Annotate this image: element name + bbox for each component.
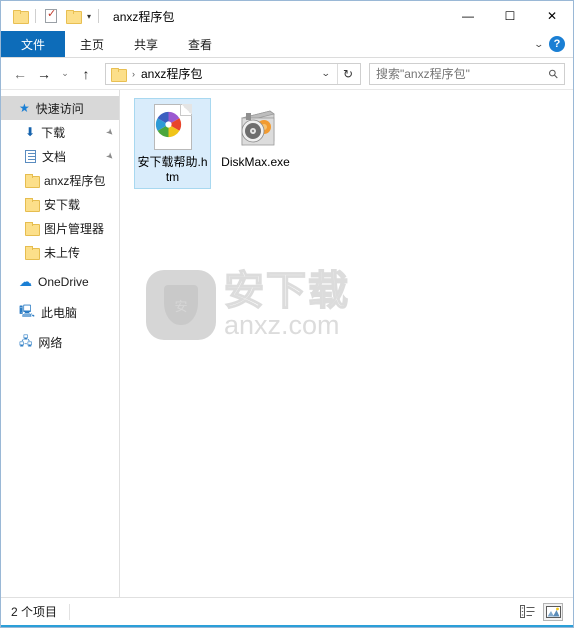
file-list-view[interactable]: 安下载帮助.htm DiskMax.exe 安 安下载 anxz.com [120, 90, 573, 597]
large-icons-view-button[interactable] [543, 602, 563, 621]
tab-share[interactable]: 共享 [119, 31, 173, 57]
file-name-label: 安下载帮助.htm [137, 155, 208, 184]
file-item-htm[interactable]: 安下载帮助.htm [134, 98, 211, 189]
folder-icon [111, 67, 127, 82]
site-watermark: 安 安下载 anxz.com [146, 270, 350, 340]
view-mode-buttons [517, 602, 563, 621]
html-document-icon [149, 103, 197, 151]
sidebar-item-label: 未上传 [44, 245, 81, 260]
folder-icon [25, 197, 40, 212]
maximize-button[interactable]: ☐ [489, 1, 531, 31]
cloud-icon: ☁ [19, 274, 32, 289]
minimize-button[interactable]: ― [447, 1, 489, 31]
watermark-en-text: anxz.com [224, 309, 340, 340]
new-folder-icon[interactable] [62, 5, 84, 27]
recent-locations-chevron-down-icon[interactable]: ⌄ [57, 63, 73, 85]
divider [69, 603, 71, 620]
sidebar-item-documents[interactable]: 文档 ➤ [1, 144, 119, 168]
up-button[interactable]: ↑ [75, 63, 97, 85]
search-input[interactable] [376, 66, 550, 81]
sidebar-item-downloads[interactable]: ⬇ 下载 ➤ [1, 120, 119, 144]
file-name-label: DiskMax.exe [221, 155, 290, 169]
window-controls: ― ☐ ✕ [447, 1, 573, 31]
details-view-button[interactable] [517, 603, 537, 621]
tab-file[interactable]: 文件 [1, 31, 66, 57]
folder-icon [25, 221, 40, 236]
tab-view[interactable]: 查看 [173, 31, 227, 57]
pinwheel-glyph [155, 111, 181, 138]
chevron-down-icon[interactable]: ▾ [84, 12, 94, 21]
file-item-exe[interactable]: DiskMax.exe [217, 98, 294, 189]
folder-icon [25, 245, 40, 260]
details-view-icon [519, 605, 534, 618]
sidebar-item-quick-access[interactable]: ★ 快速访问 [1, 96, 119, 120]
ribbon-right-controls: ⌄ ? [534, 31, 573, 57]
properties-icon[interactable] [40, 5, 62, 27]
help-icon[interactable]: ? [549, 36, 565, 52]
quick-access-toolbar: ▾ [9, 5, 103, 27]
breadcrumb[interactable]: anxz程序包 [141, 65, 202, 82]
breadcrumb-separator: › [132, 68, 135, 79]
item-count-label: 2 个项目 [11, 605, 58, 619]
sidebar-item-not-uploaded[interactable]: 未上传 [1, 240, 119, 264]
folder-icon[interactable] [9, 5, 31, 27]
divider [98, 9, 100, 23]
sidebar-item-anxz-package[interactable]: anxz程序包 [1, 168, 119, 192]
download-arrow-icon: ⬇ [25, 125, 36, 139]
status-bar: 2 个项目 [1, 597, 573, 625]
chevron-down-icon[interactable]: ⌄ [312, 68, 340, 79]
disk-application-icon [232, 103, 280, 151]
refresh-icon[interactable]: ↻ [336, 63, 358, 84]
sidebar-item-label: 文档 [42, 149, 67, 164]
close-button[interactable]: ✕ [531, 1, 573, 31]
sidebar-item-label: 此电脑 [41, 305, 78, 320]
shield-badge-icon: 安 [146, 270, 216, 340]
shield-icon: 安 [164, 285, 198, 325]
divider [35, 9, 36, 23]
sidebar-item-anxiazai[interactable]: 安下载 [1, 192, 119, 216]
sidebar-item-network[interactable]: 🖧 网络 [1, 330, 119, 354]
pin-icon: ➤ [104, 125, 117, 138]
back-button[interactable]: ← [9, 63, 31, 85]
watermark-cn-text: 安下载 [223, 268, 350, 313]
tab-home[interactable]: 主页 [65, 31, 119, 57]
sidebar-item-image-manager[interactable]: 图片管理器 [1, 216, 119, 240]
sidebar-item-label: 安下载 [44, 197, 81, 212]
sidebar-item-label: 快速访问 [35, 101, 84, 116]
sidebar-item-label: 网络 [38, 335, 63, 350]
search-box[interactable]: ⚲ [369, 62, 565, 85]
sidebar-item-label: 图片管理器 [44, 221, 105, 236]
navigation-bar: ← → ⌄ ↑ › anxz程序包 ⌄ ↻ ⚲ [1, 58, 573, 90]
large-icons-view-icon [545, 605, 561, 618]
address-bar[interactable]: › anxz程序包 ⌄ ↻ [105, 62, 361, 85]
sidebar-item-label: OneDrive [38, 275, 89, 289]
document-icon [25, 149, 36, 163]
disk-drive-glyph [240, 110, 275, 146]
star-icon: ★ [19, 101, 30, 115]
ribbon-tabs: 文件 主页 共享 查看 ⌄ ? [1, 31, 573, 58]
explorer-body: ★ 快速访问 ⬇ 下载 ➤ 文档 ➤ anxz程序包 安下载 图片管理器 未上传… [1, 90, 573, 597]
title-bar: ▾ anxz程序包 ― ☐ ✕ [1, 1, 573, 31]
network-icon: 🖧 [19, 333, 33, 348]
sidebar-item-label: 下载 [41, 125, 66, 140]
sidebar-item-onedrive[interactable]: ☁ OneDrive [1, 270, 119, 294]
monitor-icon: 🖳 [19, 303, 36, 318]
navigation-pane: ★ 快速访问 ⬇ 下载 ➤ 文档 ➤ anxz程序包 安下载 图片管理器 未上传… [1, 90, 120, 597]
forward-button[interactable]: → [33, 63, 55, 85]
sidebar-item-this-pc[interactable]: 🖳 此电脑 [1, 300, 119, 324]
bottom-accent-bar [1, 625, 573, 627]
pin-icon: ➤ [104, 149, 117, 162]
chevron-down-icon[interactable]: ⌄ [534, 39, 545, 50]
window-title: anxz程序包 [113, 9, 175, 24]
file-explorer-window: ▾ anxz程序包 ― ☐ ✕ 文件 主页 共享 查看 ⌄ ? ← → ⌄ ↑ … [0, 0, 574, 628]
sidebar-item-label: anxz程序包 [44, 173, 106, 188]
folder-icon [25, 173, 40, 188]
